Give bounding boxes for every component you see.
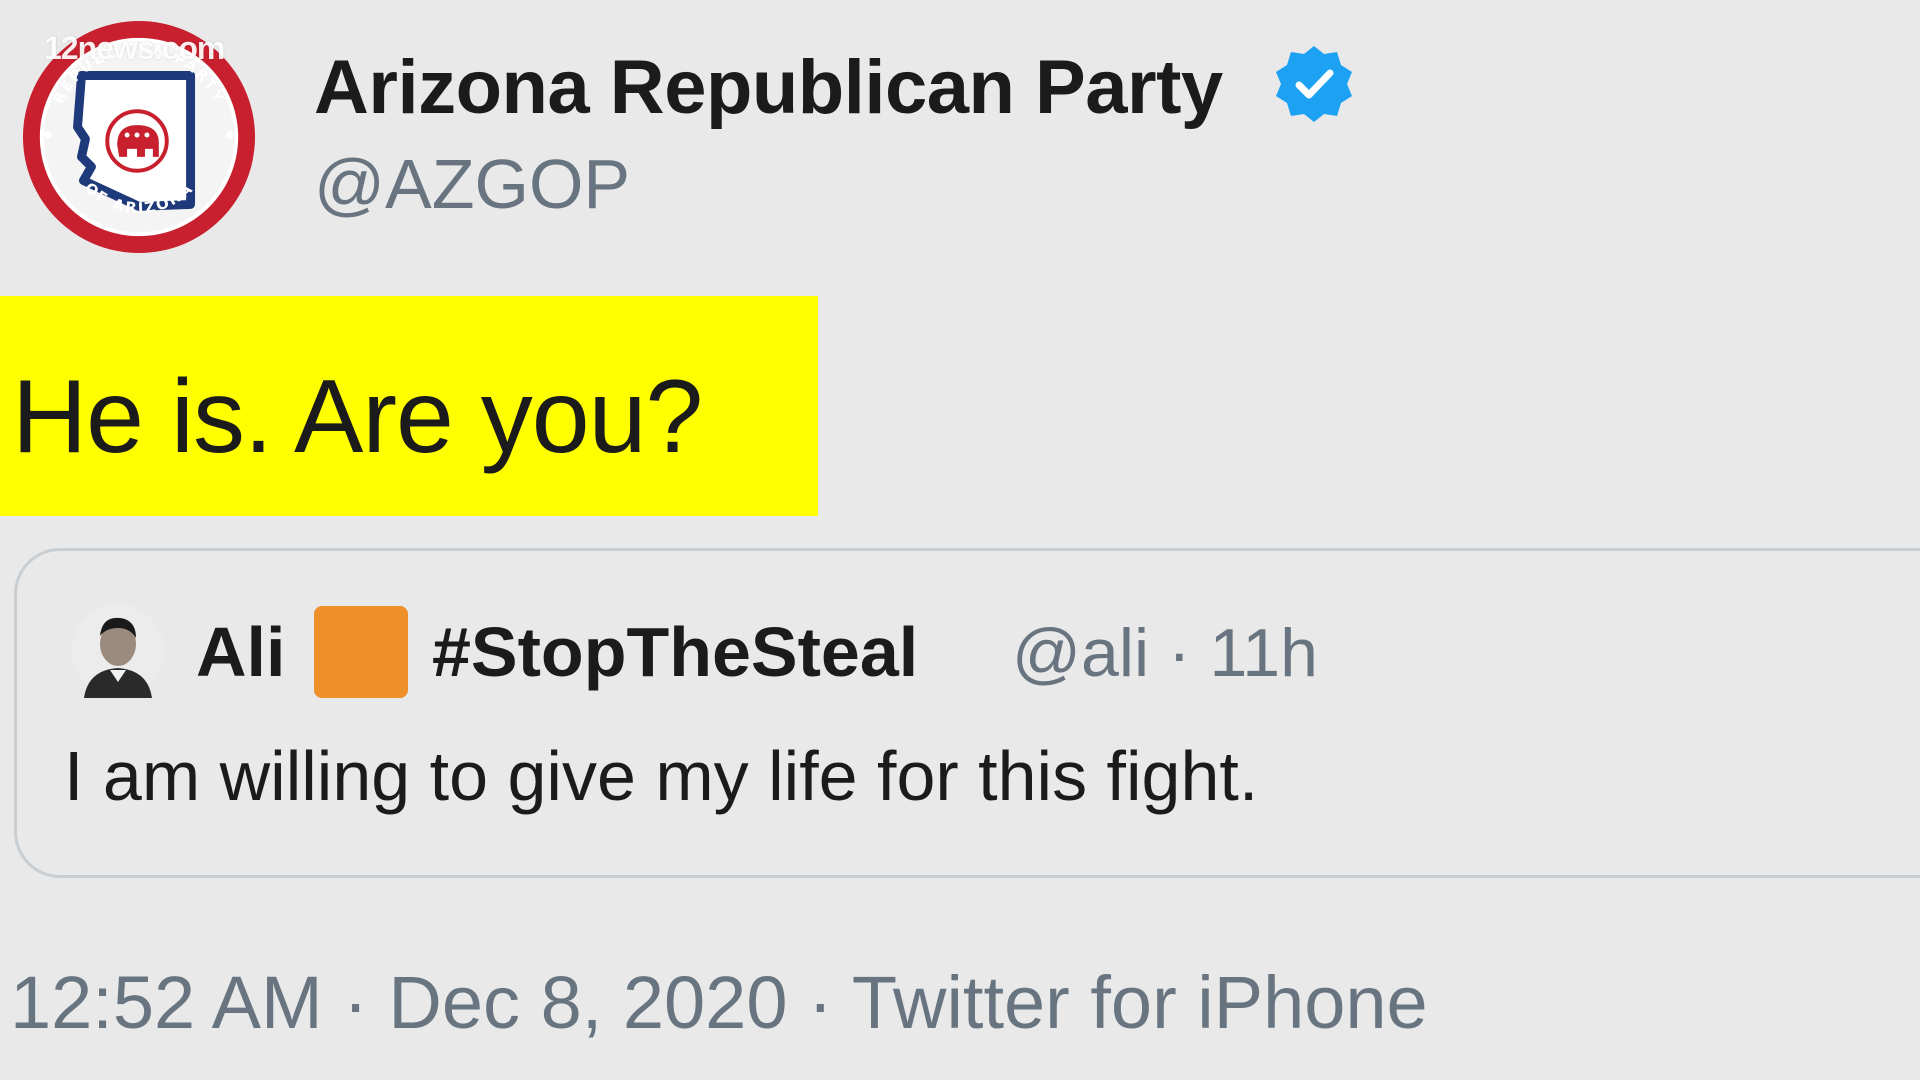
tweet-text: He is. Are you? xyxy=(12,359,703,475)
author-handle[interactable]: @AZGOP xyxy=(314,144,630,224)
author-name[interactable]: Arizona Republican Party xyxy=(314,44,1223,131)
quoted-user-name[interactable]: Ali xyxy=(196,612,285,692)
tweet-timestamp[interactable]: 12:52 AM · Dec 8, 2020 · Twitter for iPh… xyxy=(10,960,1428,1045)
tweet-screenshot: 12news.com REPUBLICAN PARTY OF ARIZONA A… xyxy=(0,0,1920,1080)
quoted-tweet-text: I am willing to give my life for this fi… xyxy=(64,737,1259,815)
verified-badge-icon xyxy=(1276,46,1352,122)
quoted-meta[interactable]: @ali · 11h xyxy=(1012,614,1318,692)
quoted-tweet-card[interactable] xyxy=(14,548,1920,878)
quoted-hashtag[interactable]: #StopTheSteal xyxy=(432,612,918,692)
orange-square-emoji xyxy=(314,606,408,698)
watermark: 12news.com xyxy=(44,30,225,66)
quoted-user-avatar[interactable] xyxy=(70,600,166,700)
